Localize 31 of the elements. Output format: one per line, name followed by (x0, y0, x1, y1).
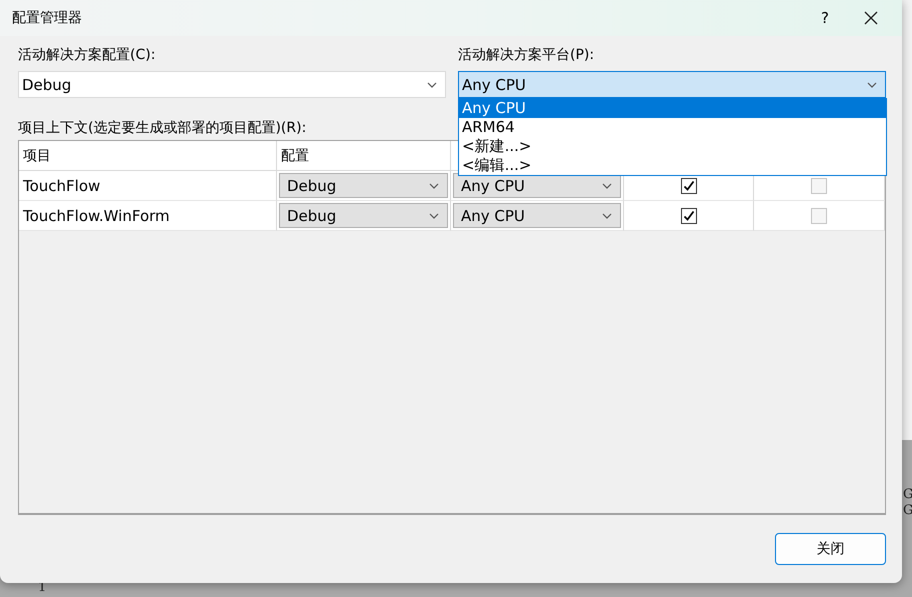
caret-icon (602, 212, 612, 218)
close-dialog-button[interactable]: 关闭 (775, 533, 886, 565)
caret-icon (429, 182, 439, 188)
check-icon (682, 180, 694, 192)
deploy-checkbox[interactable] (811, 208, 827, 224)
field-label: 活动解决方案平台(P): (458, 46, 596, 65)
close-icon (864, 11, 878, 25)
table-cell: TouchFlow.WinForm (19, 201, 277, 231)
column-header: 配置 (277, 141, 451, 171)
table-cell: TouchFlow (19, 171, 277, 201)
check-icon (682, 210, 694, 222)
platform-dropdown[interactable]: Any CPU (458, 71, 886, 98)
dropdown-option[interactable]: Any CPU (459, 99, 886, 118)
platform-dropdown[interactable]: Any CPU (453, 203, 621, 228)
build-checkbox[interactable] (680, 208, 696, 224)
help-button[interactable]: ? (802, 0, 848, 36)
column-header: 项目 (19, 141, 277, 171)
caret-icon (602, 182, 612, 188)
section-label: 项目上下文(选定要生成或部署的项目配置)(R): (18, 119, 306, 138)
caret-icon (867, 82, 877, 88)
background-text: G (903, 503, 912, 518)
background-text: G (903, 487, 912, 502)
config-dropdown[interactable]: Debug (18, 71, 446, 98)
caret-icon (429, 212, 439, 218)
caret-icon (427, 82, 437, 88)
field-label: 活动解决方案配置(C): (18, 46, 156, 65)
window-title: 配置管理器 (12, 9, 83, 27)
config-dropdown[interactable]: Debug (279, 173, 448, 198)
build-checkbox[interactable] (680, 178, 696, 194)
config-dropdown[interactable]: Debug (279, 203, 448, 228)
deploy-checkbox[interactable] (811, 178, 827, 194)
